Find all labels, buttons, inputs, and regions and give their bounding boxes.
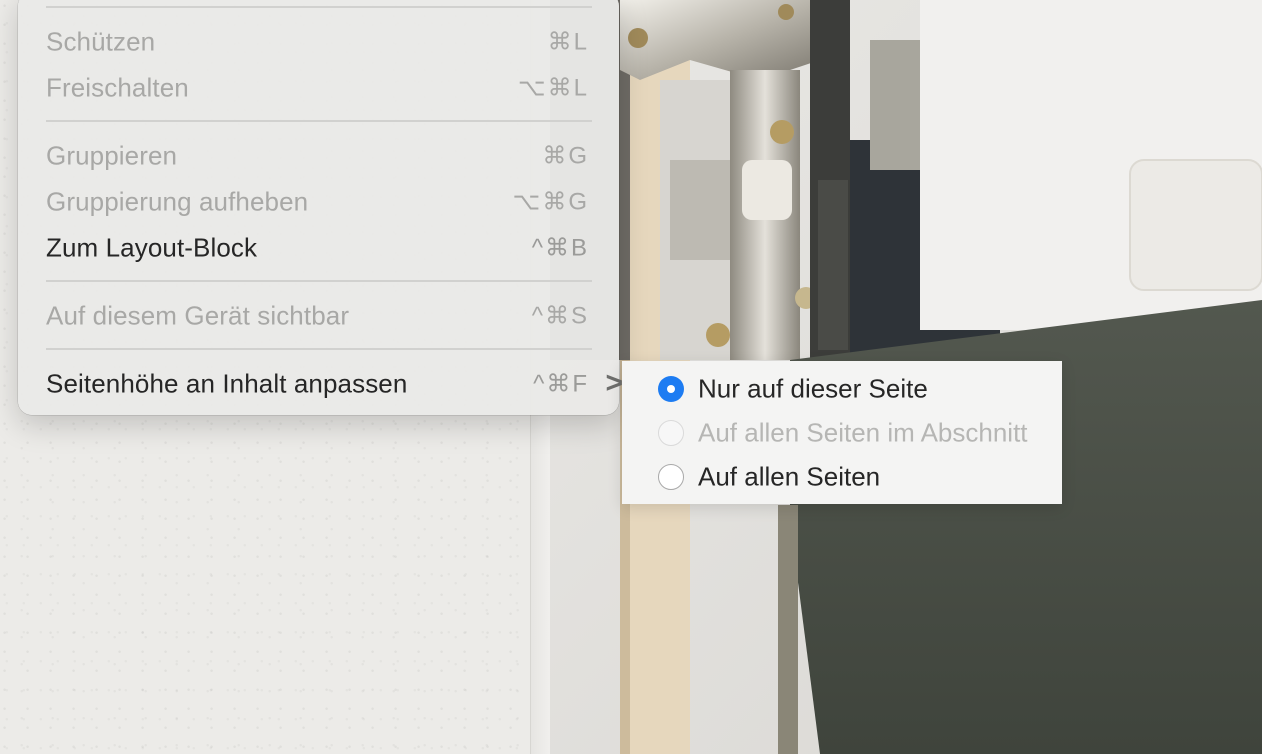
keyboard-shortcut: ^⌘B: [531, 234, 589, 262]
menu-item-label: Gruppierung aufheben: [46, 186, 309, 217]
keyboard-shortcut: ⌘G: [542, 142, 589, 170]
option-label: Nur auf dieser Seite: [698, 373, 928, 404]
radio-unselected-icon[interactable]: [658, 420, 684, 446]
option-this-page-only[interactable]: Nur auf dieser Seite: [622, 367, 1062, 411]
option-label: Auf allen Seiten: [698, 461, 881, 492]
keyboard-shortcut: ⌘L: [547, 28, 589, 56]
keyboard-shortcut: ^⌘F: [533, 370, 589, 398]
menu-separator: [46, 348, 592, 350]
submenu-arrow-icon: >: [605, 366, 623, 400]
menu-item-group[interactable]: Gruppieren ⌘G: [18, 134, 619, 178]
menu-item-label: Freischalten: [46, 72, 189, 103]
menu-item-label: Zum Layout-Block: [46, 232, 258, 263]
menu-item-label: Seitenhöhe an Inhalt anpassen: [46, 368, 408, 399]
menu-separator: [46, 280, 592, 282]
menu-item-visible-on-device[interactable]: Auf diesem Gerät sichtbar ^⌘S: [18, 294, 619, 338]
keyboard-shortcut: ⌥⌘G: [512, 188, 589, 216]
menu-separator: [46, 120, 592, 122]
keyboard-shortcut: ⌥⌘L: [517, 74, 589, 102]
menu-separator: [46, 6, 592, 8]
option-all-pages-in-section[interactable]: Auf allen Seiten im Abschnitt: [622, 411, 1062, 455]
radio-unselected-icon[interactable]: [658, 464, 684, 490]
menu-item-unlock[interactable]: Freischalten ⌥⌘L: [18, 66, 619, 110]
menu-item-fit-page-height[interactable]: Seitenhöhe an Inhalt anpassen ^⌘F >: [18, 362, 623, 406]
menu-item-label: Auf diesem Gerät sichtbar: [46, 300, 350, 331]
option-label: Auf allen Seiten im Abschnitt: [698, 417, 1028, 448]
menu-item-lock[interactable]: Schützen ⌘L: [18, 20, 619, 64]
option-all-pages[interactable]: Auf allen Seiten: [622, 455, 1062, 499]
menu-item-label: Schützen: [46, 26, 156, 57]
menu-item-to-layout-block[interactable]: Zum Layout-Block ^⌘B: [18, 226, 619, 270]
menu-item-ungroup[interactable]: Gruppierung aufheben ⌥⌘G: [18, 180, 619, 224]
context-menu: Schützen ⌘L Freischalten ⌥⌘L Gruppieren …: [18, 0, 623, 415]
submenu-fit-page-height: Nur auf dieser Seite Auf allen Seiten im…: [622, 361, 1062, 504]
menu-item-label: Gruppieren: [46, 140, 178, 171]
keyboard-shortcut: ^⌘S: [531, 302, 589, 330]
radio-selected-icon[interactable]: [658, 376, 684, 402]
